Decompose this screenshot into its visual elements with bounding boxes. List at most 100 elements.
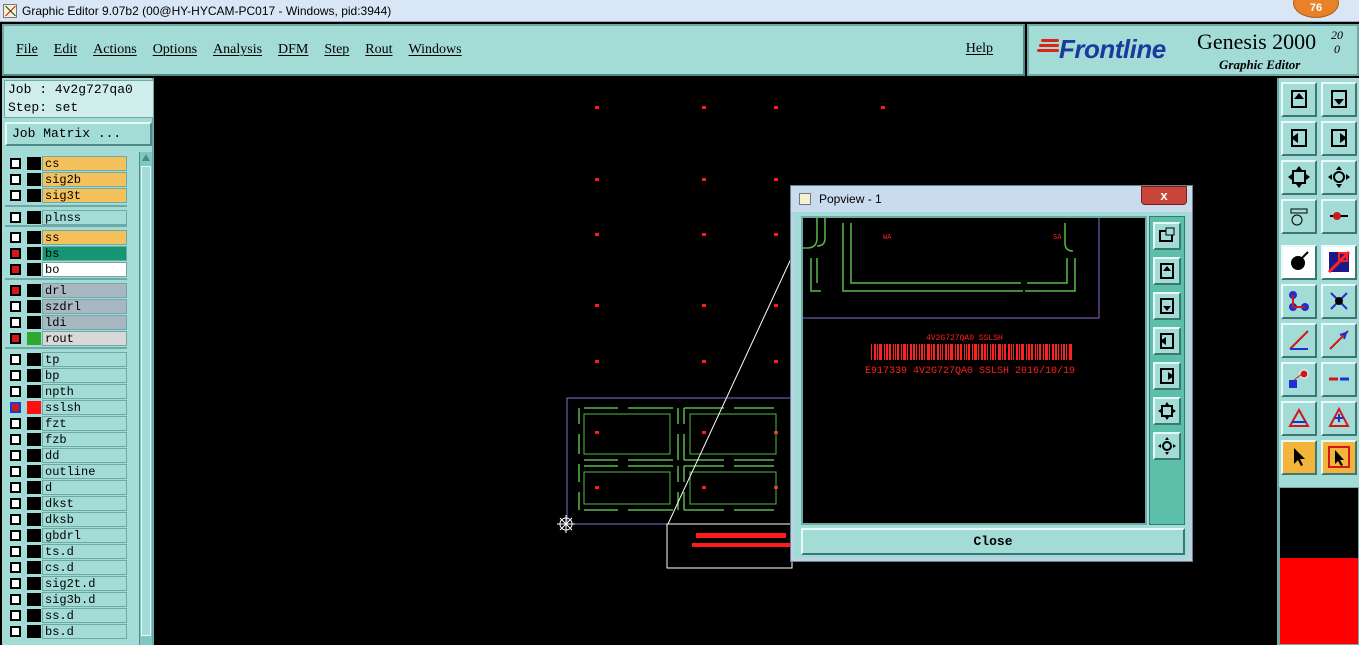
layer-color-swatch[interactable] [27,609,41,622]
layer-row-dd[interactable]: dd [5,448,127,463]
layer-color-swatch[interactable] [27,593,41,606]
layer-checkbox[interactable] [10,498,21,509]
layer-color-swatch[interactable] [27,401,41,414]
layer-checkbox[interactable] [10,190,21,201]
layer-row-fzb[interactable]: fzb [5,432,127,447]
layer-name[interactable]: ss.d [42,608,127,623]
menu-step[interactable]: Step [324,42,349,58]
layer-row-szdrl[interactable]: szdrl [5,299,127,314]
popview-zoom-center-icon[interactable] [1153,432,1181,460]
popview-pan-right-icon[interactable] [1153,362,1181,390]
layer-row-drl[interactable]: drl [5,283,127,298]
layer-checkbox[interactable] [10,434,21,445]
layer-row-ts-d[interactable]: ts.d [5,544,127,559]
connect-nodes-icon[interactable] [1281,284,1317,319]
layer-name[interactable]: dksb [42,512,127,527]
layer-checkbox[interactable] [10,285,21,296]
layer-color-swatch[interactable] [27,449,41,462]
layer-name[interactable]: bs.d [42,624,127,639]
layer-row-sslsh[interactable]: sslsh [5,400,127,415]
pan-left-icon[interactable] [1281,121,1317,156]
layer-color-swatch[interactable] [27,173,41,186]
layer-color-swatch[interactable] [27,284,41,297]
layer-color-swatch[interactable] [27,332,41,345]
layer-row-npth[interactable]: npth [5,384,127,399]
layer-row-sig3b-d[interactable]: sig3b.d [5,592,127,607]
layer-color-swatch[interactable] [27,529,41,542]
popview-zoom-fit-icon[interactable] [1153,222,1181,250]
layer-name[interactable]: sig3t [42,188,127,203]
layer-row-d[interactable]: d [5,480,127,495]
layer-name[interactable]: bs [42,246,127,261]
layer-checkbox[interactable] [10,546,21,557]
layer-row-tp[interactable]: tp [5,352,127,367]
layer-color-swatch[interactable] [27,316,41,329]
zoom-center-icon[interactable] [1321,160,1357,195]
layer-color-swatch[interactable] [27,497,41,510]
layer-name[interactable]: dd [42,448,127,463]
popview-close-x-button[interactable]: x [1141,186,1187,205]
menu-analysis[interactable]: Analysis [213,42,262,58]
layer-row-sig2t-d[interactable]: sig2t.d [5,576,127,591]
menu-edit[interactable]: Edit [54,42,77,58]
popview-pan-left-icon[interactable] [1153,327,1181,355]
layer-name[interactable]: ts.d [42,544,127,559]
layer-name[interactable]: fzt [42,416,127,431]
triangle-add-icon[interactable] [1281,401,1317,436]
layer-row-plnss[interactable]: plnss [5,210,127,225]
layer-row-fzt[interactable]: fzt [5,416,127,431]
menu-help[interactable]: Help [966,41,993,57]
layer-color-swatch[interactable] [27,513,41,526]
layer-color-swatch[interactable] [27,369,41,382]
layer-checkbox[interactable] [10,301,21,312]
layer-color-swatch[interactable] [27,300,41,313]
layer-name[interactable]: d [42,480,127,495]
popview-zoom-home-icon[interactable] [1153,397,1181,425]
layer-color-swatch[interactable] [27,385,41,398]
popview-pan-up-icon[interactable] [1153,257,1181,285]
layer-checkbox[interactable] [10,514,21,525]
layer-checkbox[interactable] [10,610,21,621]
layer-list-scrollbar[interactable] [139,152,152,645]
layer-color-swatch[interactable] [27,545,41,558]
layer-color-swatch[interactable] [27,231,41,244]
cross-select-icon[interactable] [1321,284,1357,319]
layer-checkbox[interactable] [10,402,21,413]
popview-pan-down-icon[interactable] [1153,292,1181,320]
layer-row-rout[interactable]: rout [5,331,127,346]
layer-name[interactable]: tp [42,352,127,367]
edit-line-icon[interactable] [1321,323,1357,358]
layer-color-swatch[interactable] [27,433,41,446]
move-feature-icon[interactable] [1281,362,1317,397]
layer-row-sig2b[interactable]: sig2b [5,172,127,187]
layer-color-swatch[interactable] [27,353,41,366]
pan-right-icon[interactable] [1321,121,1357,156]
menu-dfm[interactable]: DFM [278,42,308,58]
split-line-icon[interactable] [1321,362,1357,397]
layer-color-swatch[interactable] [27,211,41,224]
layer-checkbox[interactable] [10,370,21,381]
layer-color-swatch[interactable] [27,625,41,638]
popview-close-button[interactable]: Close [801,528,1185,555]
layer-checkbox[interactable] [10,174,21,185]
layer-checkbox[interactable] [10,578,21,589]
layer-checkbox[interactable] [10,594,21,605]
layer-name[interactable]: sslsh [42,400,127,415]
layer-checkbox[interactable] [10,418,21,429]
layer-row-cs[interactable]: cs [5,156,127,171]
snap-tool-icon[interactable] [1321,199,1357,234]
layer-row-ss[interactable]: ss [5,230,127,245]
layer-name[interactable]: cs.d [42,560,127,575]
layer-row-ldi[interactable]: ldi [5,315,127,330]
layer-name[interactable]: outline [42,464,127,479]
layer-checkbox[interactable] [10,212,21,223]
layer-name[interactable]: gbdrl [42,528,127,543]
menu-options[interactable]: Options [153,42,197,58]
popview-canvas[interactable]: WA SA 4V2G727QA0 SSLSH E917339 4V2G727QA… [801,216,1147,525]
layer-color-swatch[interactable] [27,561,41,574]
layer-color-swatch[interactable] [27,247,41,260]
layer-row-ss-d[interactable]: ss.d [5,608,127,623]
scroll-up-icon[interactable] [142,154,150,161]
layer-name[interactable]: dkst [42,496,127,511]
menu-windows[interactable]: Windows [409,42,462,58]
